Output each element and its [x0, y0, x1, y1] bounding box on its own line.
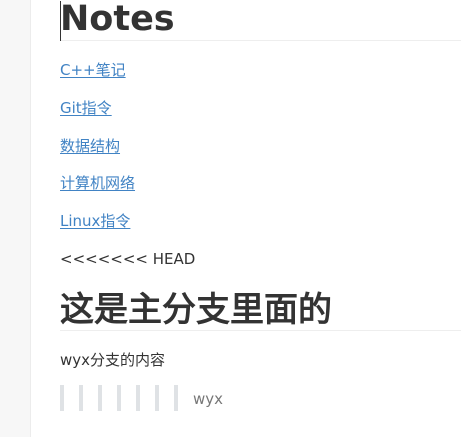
- text-caret: [60, 1, 61, 41]
- heading-main-branch-text: 这是主分支里面的: [60, 290, 332, 330]
- nested-quote-text: wyx: [193, 390, 224, 408]
- link-computer-networks[interactable]: 计算机网络: [60, 173, 135, 193]
- heading-main-branch[interactable]: 这是主分支里面的: [60, 290, 461, 331]
- heading-notes-text: Notes: [60, 0, 175, 39]
- heading-notes[interactable]: Notes: [60, 0, 461, 41]
- conflict-marker-line: <<<<<<< HEAD: [60, 250, 196, 268]
- quote-bar: [79, 385, 83, 411]
- quote-bar: [174, 385, 178, 411]
- link-linux-commands[interactable]: Linux指令: [60, 211, 130, 231]
- link-git-commands[interactable]: Git指令: [60, 98, 112, 118]
- link-cpp-notes[interactable]: C++笔记: [60, 60, 126, 80]
- quote-bar: [98, 385, 102, 411]
- quote-bar: [136, 385, 140, 411]
- branch-paragraph: wyx分支的内容: [60, 351, 166, 369]
- quote-bar: [155, 385, 159, 411]
- quote-bar: [60, 385, 64, 411]
- editor-content[interactable]: Notes C++笔记 Git指令 数据结构 计算机网络 Linux指令 <<<…: [60, 0, 461, 437]
- sidebar-gutter: [0, 0, 31, 437]
- link-data-structures[interactable]: 数据结构: [60, 136, 120, 156]
- quote-bar: [117, 385, 121, 411]
